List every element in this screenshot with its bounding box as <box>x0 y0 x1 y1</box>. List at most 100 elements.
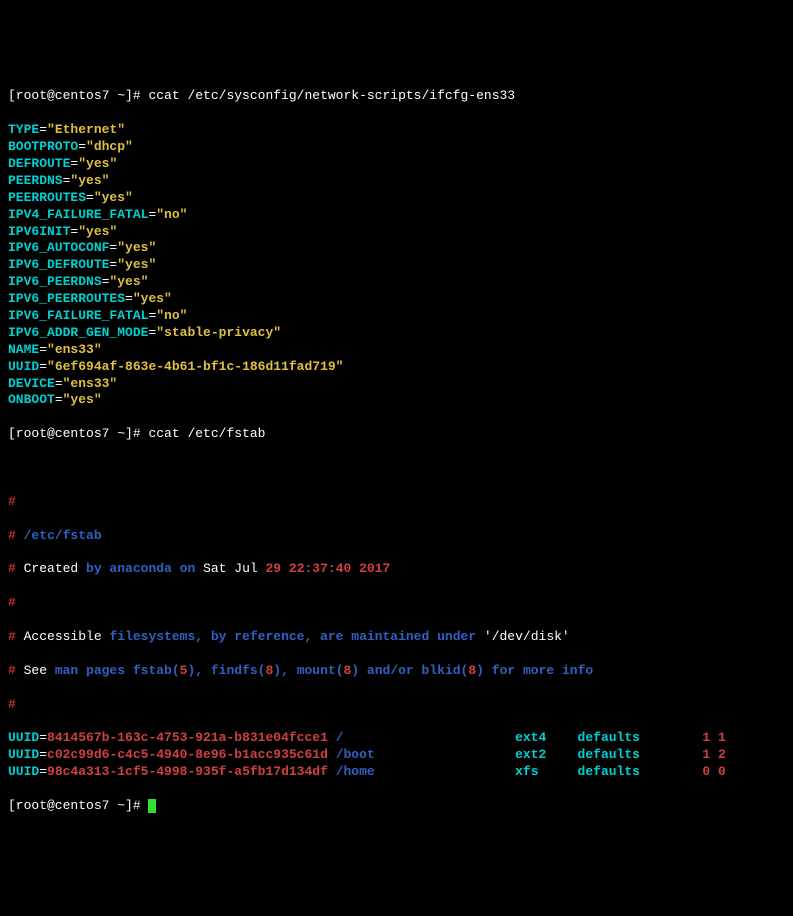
config-value: "yes" <box>63 392 102 407</box>
config-line: ONBOOT="yes" <box>8 392 785 409</box>
cursor[interactable] <box>148 799 156 813</box>
config-key: TYPE <box>8 122 39 137</box>
equals: = <box>55 392 63 407</box>
config-key: IPV4_FAILURE_FATAL <box>8 207 148 222</box>
equals: = <box>39 730 47 745</box>
uuid-key: UUID <box>8 747 39 762</box>
fs-options: defaults <box>578 747 703 762</box>
config-value: "yes" <box>94 190 133 205</box>
fs-type: ext2 <box>515 747 577 762</box>
mount-point: / <box>336 730 515 745</box>
config-value: "6ef694af-863e-4b61-bf1c-186d11fad719" <box>47 359 343 374</box>
config-key: PEERROUTES <box>8 190 86 205</box>
comment-line: # See man pages fstab(5), findfs(8), mou… <box>8 663 785 680</box>
config-key: UUID <box>8 359 39 374</box>
config-key: DEVICE <box>8 376 55 391</box>
dump-pass: 1 1 <box>702 730 725 745</box>
equals: = <box>39 122 47 137</box>
prompt-line-2: [root@centos7 ~]# ccat /etc/fstab <box>8 426 785 443</box>
config-key: IPV6INIT <box>8 224 70 239</box>
equals: = <box>39 764 47 779</box>
config-line: IPV6INIT="yes" <box>8 224 785 241</box>
config-line: IPV6_DEFROUTE="yes" <box>8 257 785 274</box>
comment-line: # Accessible filesystems, by reference, … <box>8 629 785 646</box>
comment-line: # /etc/fstab <box>8 528 785 545</box>
equals: = <box>78 139 86 154</box>
config-value: "Ethernet" <box>47 122 125 137</box>
equals: = <box>55 376 63 391</box>
config-value: "ens33" <box>63 376 118 391</box>
config-line: NAME="ens33" <box>8 342 785 359</box>
config-line: UUID="6ef694af-863e-4b61-bf1c-186d11fad7… <box>8 359 785 376</box>
config-line: IPV6_PEERROUTES="yes" <box>8 291 785 308</box>
uuid-value: 98c4a313-1cf5-4998-935f-a5fb17d134df <box>47 764 336 779</box>
command-text: ccat /etc/sysconfig/network-scripts/ifcf… <box>148 88 515 103</box>
fstab-row: UUID=c02c99d6-c4c5-4940-8e96-b1acc935c61… <box>8 747 785 764</box>
config-value: "yes" <box>117 240 156 255</box>
config-value: "yes" <box>78 224 117 239</box>
uuid-value: c02c99d6-c4c5-4940-8e96-b1acc935c61d <box>47 747 336 762</box>
config-key: ONBOOT <box>8 392 55 407</box>
mount-point: /boot <box>336 747 515 762</box>
config-key: PEERDNS <box>8 173 63 188</box>
config-key: IPV6_FAILURE_FATAL <box>8 308 148 323</box>
config-key: IPV6_PEERDNS <box>8 274 102 289</box>
uuid-key: UUID <box>8 764 39 779</box>
comment-line: # Created by anaconda on Sat Jul 29 22:3… <box>8 561 785 578</box>
config-value: "ens33" <box>47 342 102 357</box>
config-key: NAME <box>8 342 39 357</box>
fstab-row: UUID=8414567b-163c-4753-921a-b831e04fcce… <box>8 730 785 747</box>
config-value: "no" <box>156 207 187 222</box>
equals: = <box>125 291 133 306</box>
comment-line: # <box>8 494 785 511</box>
config-value: "yes" <box>70 173 109 188</box>
config-key: DEFROUTE <box>8 156 70 171</box>
config-key: IPV6_ADDR_GEN_MODE <box>8 325 148 340</box>
config-line: IPV4_FAILURE_FATAL="no" <box>8 207 785 224</box>
command-text: ccat /etc/fstab <box>148 426 265 441</box>
equals: = <box>39 747 47 762</box>
config-value: "stable-privacy" <box>156 325 281 340</box>
prompt: [root@centos7 ~]# <box>8 88 148 103</box>
config-line: DEFROUTE="yes" <box>8 156 785 173</box>
blank-line <box>8 460 785 477</box>
config-value: "dhcp" <box>86 139 133 154</box>
uuid-value: 8414567b-163c-4753-921a-b831e04fcce1 <box>47 730 336 745</box>
config-line: IPV6_FAILURE_FATAL="no" <box>8 308 785 325</box>
comment-line: # <box>8 595 785 612</box>
config-key: BOOTPROTO <box>8 139 78 154</box>
prompt: [root@centos7 ~]# <box>8 426 148 441</box>
config-line: TYPE="Ethernet" <box>8 122 785 139</box>
prompt-line-3: [root@centos7 ~]# <box>8 798 785 815</box>
fs-type: xfs <box>515 764 577 779</box>
config-value: "yes" <box>109 274 148 289</box>
config-key: IPV6_PEERROUTES <box>8 291 125 306</box>
config-line: DEVICE="ens33" <box>8 376 785 393</box>
comment-line: # <box>8 697 785 714</box>
equals: = <box>39 342 47 357</box>
fs-options: defaults <box>578 730 703 745</box>
config-value: "yes" <box>117 257 156 272</box>
mount-point: /home <box>336 764 515 779</box>
fstab-row: UUID=98c4a313-1cf5-4998-935f-a5fb17d134d… <box>8 764 785 781</box>
dump-pass: 1 2 <box>702 747 725 762</box>
config-line: PEERDNS="yes" <box>8 173 785 190</box>
config-line: IPV6_AUTOCONF="yes" <box>8 240 785 257</box>
config-value: "no" <box>156 308 187 323</box>
config-line: IPV6_PEERDNS="yes" <box>8 274 785 291</box>
prompt-line-1: [root@centos7 ~]# ccat /etc/sysconfig/ne… <box>8 88 785 105</box>
config-value: "yes" <box>78 156 117 171</box>
config-key: IPV6_AUTOCONF <box>8 240 109 255</box>
config-line: IPV6_ADDR_GEN_MODE="stable-privacy" <box>8 325 785 342</box>
terminal-output[interactable]: [root@centos7 ~]# ccat /etc/sysconfig/ne… <box>8 72 785 832</box>
uuid-key: UUID <box>8 730 39 745</box>
fs-options: defaults <box>578 764 703 779</box>
prompt: [root@centos7 ~]# <box>8 798 148 813</box>
equals: = <box>86 190 94 205</box>
config-line: BOOTPROTO="dhcp" <box>8 139 785 156</box>
dump-pass: 0 0 <box>702 764 725 779</box>
fs-type: ext4 <box>515 730 577 745</box>
config-value: "yes" <box>133 291 172 306</box>
config-line: PEERROUTES="yes" <box>8 190 785 207</box>
equals: = <box>39 359 47 374</box>
